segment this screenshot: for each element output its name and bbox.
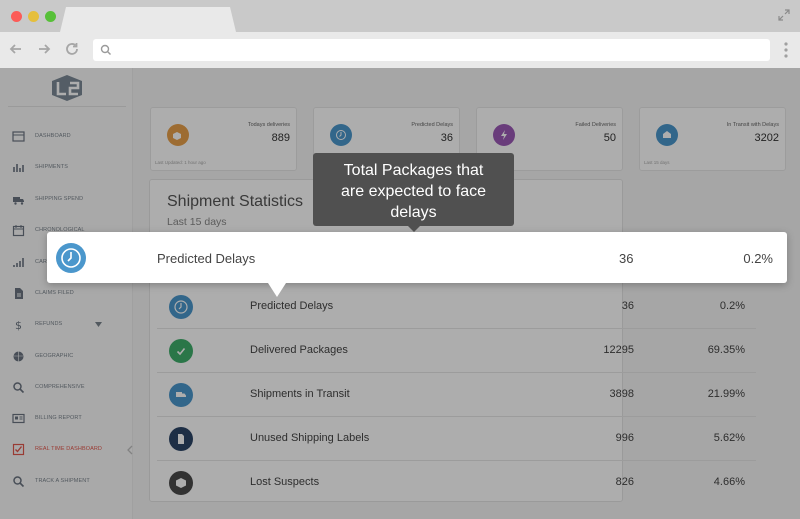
search-icon	[100, 44, 111, 55]
browser-toolbar	[0, 32, 800, 68]
browser-tab[interactable]	[60, 7, 236, 32]
highlight-percent: 0.2%	[743, 251, 773, 266]
close-window-button[interactable]	[11, 11, 22, 22]
clock-icon	[56, 243, 86, 273]
highlight-label: Predicted Delays	[157, 251, 256, 266]
highlight-count: 36	[619, 251, 634, 266]
back-arrow-icon[interactable]	[8, 41, 24, 57]
highlighted-row[interactable]: Predicted Delays 36 0.2%	[47, 232, 787, 283]
tooltip-line: Total Packages that	[343, 162, 484, 179]
expand-icon[interactable]	[778, 9, 790, 21]
tooltip-arrow	[408, 226, 420, 232]
maximize-window-button[interactable]	[45, 11, 56, 22]
tooltip-line: delays	[390, 204, 437, 221]
kebab-menu-icon[interactable]	[784, 42, 788, 58]
reload-icon[interactable]	[64, 41, 80, 57]
browser-chrome	[0, 0, 800, 68]
address-bar[interactable]	[93, 39, 770, 61]
tooltip-line: are expected to face	[341, 183, 486, 200]
forward-arrow-icon[interactable]	[36, 41, 52, 57]
dim-overlay	[0, 68, 800, 519]
tab-strip	[0, 0, 800, 32]
tooltip: Total Packages that are expected to face…	[313, 153, 514, 226]
highlight-pointer	[268, 283, 286, 297]
minimize-window-button[interactable]	[28, 11, 39, 22]
